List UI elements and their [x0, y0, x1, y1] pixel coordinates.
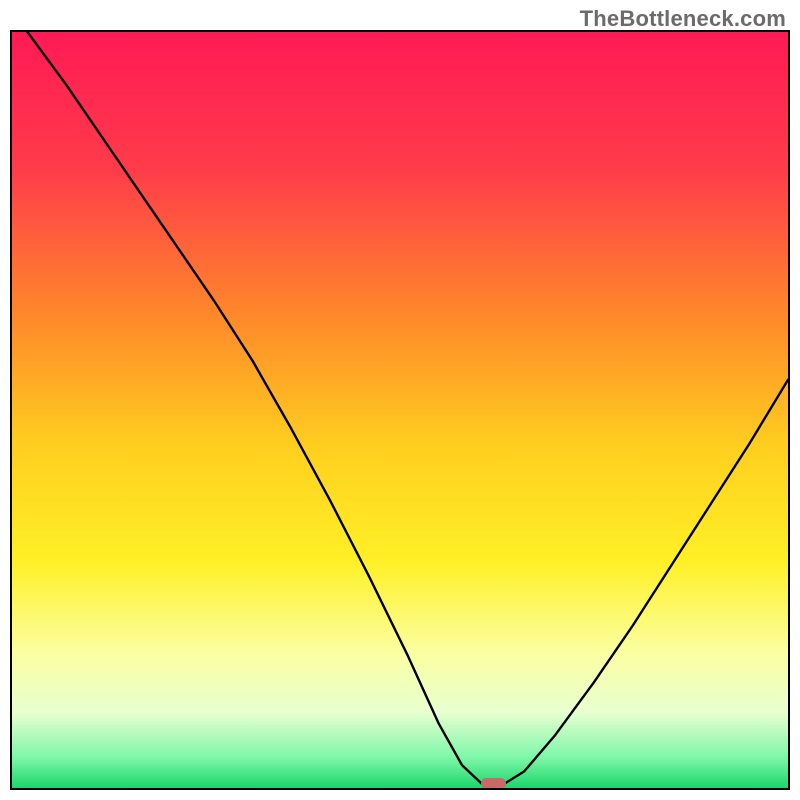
watermark-text: TheBottleneck.com [580, 6, 786, 32]
bottleneck-marker [481, 778, 506, 789]
bottleneck-curve-path [28, 32, 789, 784]
chart-plot-area [12, 32, 788, 788]
chart-frame [10, 30, 790, 790]
